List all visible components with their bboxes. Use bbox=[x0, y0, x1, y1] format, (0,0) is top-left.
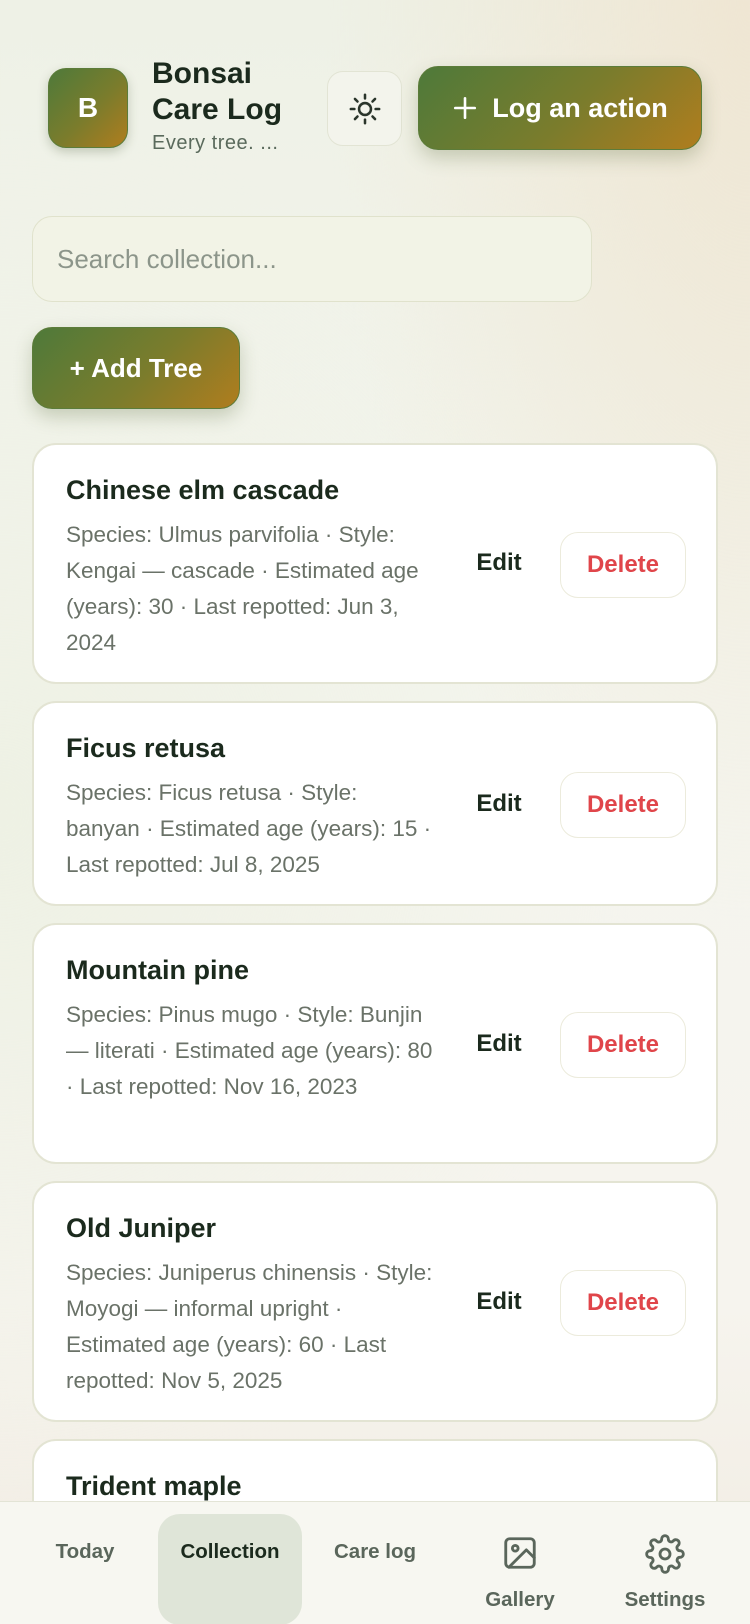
nav-item-settings[interactable]: Settings bbox=[600, 1514, 730, 1624]
delete-button[interactable]: Delete bbox=[560, 532, 686, 598]
nav-item-today[interactable]: Today bbox=[20, 1514, 150, 1624]
delete-button[interactable]: Delete bbox=[560, 1270, 686, 1336]
sun-icon bbox=[349, 93, 380, 124]
nav-label: Settings bbox=[624, 1588, 706, 1611]
app-header: B Bonsai Care Log Every tree. ... Log an… bbox=[0, 0, 750, 170]
app-title: Bonsai Care Log bbox=[152, 57, 283, 126]
tree-name: Chinese elm cascade bbox=[66, 475, 340, 505]
edit-button[interactable]: Edit bbox=[464, 784, 534, 824]
edit-button[interactable]: Edit bbox=[464, 1024, 534, 1064]
nav-item-gallery[interactable]: Gallery bbox=[455, 1514, 585, 1624]
tree-card: Old Juniper Species: Juniperus chinensis… bbox=[32, 1181, 718, 1422]
app-subtitle: Every tree. ... bbox=[152, 132, 279, 154]
tree-name: Old Juniper bbox=[66, 1213, 217, 1243]
tree-card: Ficus retusa Species: Ficus retusa · Sty… bbox=[32, 701, 718, 906]
plus-icon bbox=[454, 96, 477, 120]
nav-item-collection[interactable]: Collection bbox=[158, 1514, 302, 1624]
edit-button[interactable]: Edit bbox=[464, 543, 534, 583]
nav-label: Collection bbox=[180, 1540, 280, 1563]
tree-card: Mountain pine Species: Pinus mugo · Styl… bbox=[32, 923, 718, 1164]
tree-card: Chinese elm cascade Species: Ulmus parvi… bbox=[32, 443, 718, 684]
log-action-button[interactable]: Log an action bbox=[418, 66, 702, 150]
tree-name: Mountain pine bbox=[66, 955, 249, 985]
search-input[interactable] bbox=[32, 216, 592, 302]
nav-item-care-log[interactable]: Care log bbox=[310, 1514, 440, 1624]
tree-meta: Species: Ulmus parvifolia · Style: Kenga… bbox=[66, 522, 419, 655]
image-icon bbox=[504, 1537, 536, 1569]
nav-label: Gallery bbox=[485, 1588, 555, 1611]
tree-name: Ficus retusa bbox=[66, 733, 226, 763]
log-action-label: Log an action bbox=[492, 92, 668, 123]
gear-icon bbox=[645, 1534, 685, 1574]
nav-label: Care log bbox=[333, 1540, 417, 1563]
add-tree-button[interactable]: + Add Tree bbox=[32, 327, 240, 409]
bottom-nav: Today Collection Care log Gallery Settin… bbox=[0, 1501, 750, 1624]
delete-button[interactable]: Delete bbox=[560, 772, 686, 838]
tree-name: Trident maple bbox=[66, 1471, 242, 1501]
theme-toggle-button[interactable] bbox=[327, 71, 402, 146]
app-avatar: B bbox=[48, 68, 128, 148]
delete-button[interactable]: Delete bbox=[560, 1012, 686, 1078]
edit-button[interactable]: Edit bbox=[464, 1282, 534, 1322]
tree-meta: Species: Pinus mugo · Style: Bunjin — li… bbox=[66, 1002, 433, 1099]
nav-label: Today bbox=[55, 1540, 115, 1563]
brand-block: Bonsai Care Log Every tree. ... bbox=[152, 56, 302, 155]
tree-meta: Species: Juniperus chinensis · Style: Mo… bbox=[66, 1260, 433, 1393]
tree-meta: Species: Ficus retusa · Style: banyan · … bbox=[66, 780, 432, 877]
